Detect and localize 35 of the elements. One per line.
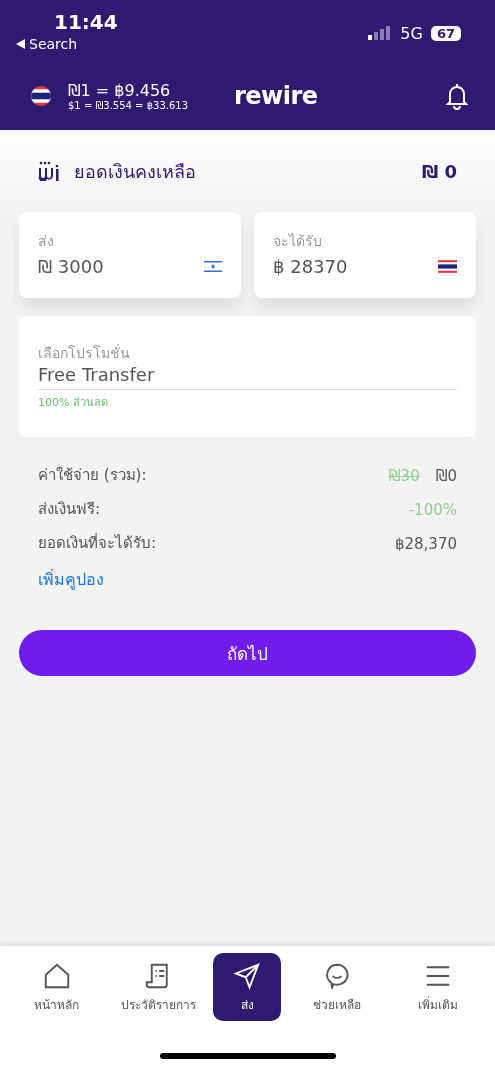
send-amount-field[interactable]: ส่ง ₪ 3000 (19, 212, 241, 298)
israel-flag-icon (204, 260, 222, 273)
summary-label: ยอดเงินที่จะได้รับ: (38, 532, 157, 554)
discount-hint: 100% ส่วนลด (38, 395, 109, 411)
summary-label: ค่าใช้จ่าย (รวม): (38, 465, 147, 486)
promotion-label: เลือกโปรโมชั่น (38, 343, 131, 363)
tab[interactable]: เพิ่มเติม (392, 953, 485, 1021)
add-coupon-link[interactable]: เพิ่มคูปอง (38, 567, 104, 592)
wallet-logo-icon (38, 161, 60, 181)
bell-icon[interactable] (445, 81, 469, 110)
next-button[interactable]: ถัดไป (19, 630, 476, 676)
balance-label: ยอดเงินคงเหลือ (74, 159, 197, 184)
summary-label: ส่งเงินฟรี: (38, 499, 101, 520)
balance-amount: ₪ 0 (421, 160, 457, 182)
logo: rewire (234, 81, 319, 110)
network-label: 5G (400, 23, 423, 43)
receive-amount-field[interactable]: จะได้รับ ฿ 28370 (254, 212, 476, 298)
battery-indicator: 67 (430, 25, 461, 41)
signal-icon (368, 26, 393, 40)
tab[interactable]: ส่ง (213, 953, 282, 1021)
tab[interactable]: ประวัติรายการ (112, 953, 205, 1021)
usd-rate: $1 = ₪3.554 = ฿33.613 (68, 99, 190, 111)
status-time: 11:44 (53, 10, 118, 34)
summary-value: ₪0 (435, 466, 457, 485)
paper-plane-icon (232, 960, 263, 991)
back-arrow-icon[interactable] (16, 39, 25, 49)
tab[interactable]: ช่วยเหลือ (290, 953, 383, 1021)
promotion-field[interactable]: Free Transfer (38, 364, 457, 390)
summary-value: -100% (408, 500, 457, 519)
exchange-rate: ₪1 = ฿9.456 (68, 80, 172, 100)
summary-value: ฿28,370 (394, 534, 457, 553)
thailand-flag-icon (438, 259, 457, 274)
back-link[interactable]: Search (29, 36, 78, 52)
old-fee: ₪30 (388, 466, 420, 485)
tab[interactable]: หน้าหลัก (10, 953, 103, 1021)
